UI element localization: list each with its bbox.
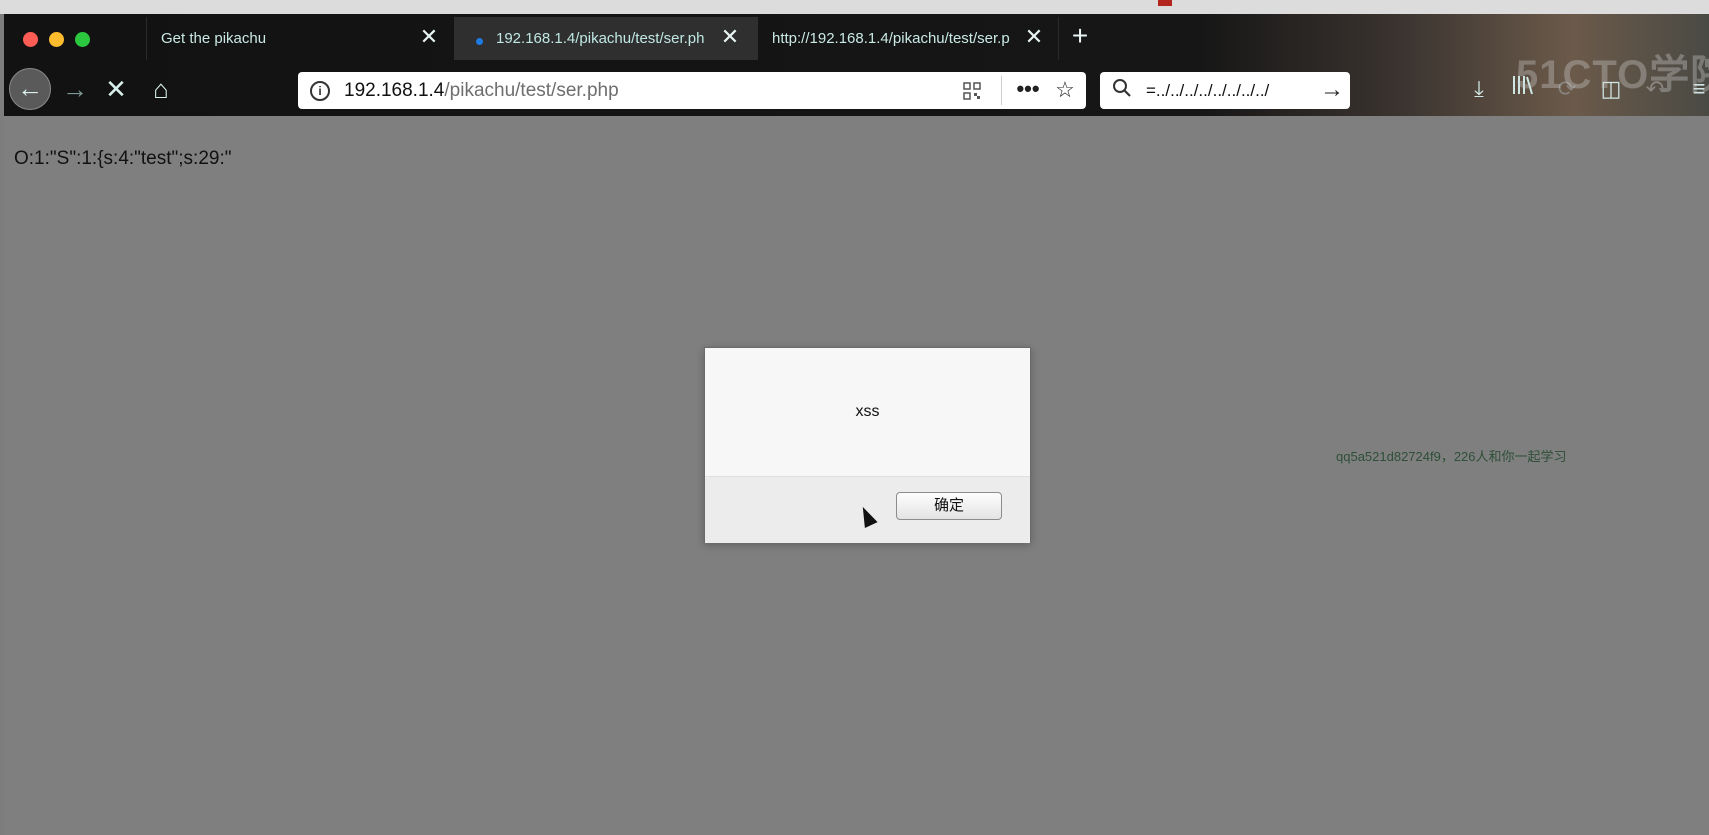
home-button[interactable]: ⌂ [142,70,180,108]
tab-close-icon[interactable]: ✕ [720,26,740,48]
tab-get-the-pikachu[interactable]: Get the pikachu ✕ [146,17,457,60]
tab-ser-php-http[interactable]: http://192.168.1.4/pikachu/test/ser.p ✕ [758,17,1059,60]
viewer-overlay-text: qq5a521d82724f9，226人和你一起学习 [1336,449,1567,464]
search-input[interactable]: =../../../../../../../../ [1146,81,1316,101]
tab-close-icon[interactable]: ✕ [419,26,439,48]
window-minimize-button[interactable] [49,32,64,47]
page-actions-more-icon[interactable]: ••• [1013,75,1043,105]
url-text[interactable]: 192.168.1.4/pikachu/test/ser.php [344,80,619,102]
window-close-button[interactable] [23,32,38,47]
tab-strip: Get the pikachu ✕ 192.168.1.4/pikachu/te… [4,14,1709,62]
alert-message: xss [855,403,880,420]
tab-close-icon[interactable]: ✕ [1024,26,1044,48]
macos-menu-bar [0,0,1709,14]
search-bar[interactable]: =../../../../../../../../ → [1100,72,1350,109]
navigation-toolbar: ← → ✕ ⌂ i 192.168.1.4/pikachu/test/ser.p… [4,62,1709,116]
window-zoom-button[interactable] [75,32,90,47]
loading-indicator-icon [476,38,483,45]
url-host: 192.168.1.4 [344,80,445,101]
ok-button[interactable]: 确定 [896,492,1002,520]
serialized-output-text: O:1:"S":1:{s:4:"test";s:29:" [14,148,232,169]
forward-button[interactable]: → [56,70,94,108]
back-button[interactable]: ← [9,68,51,110]
tab-label: http://192.168.1.4/pikachu/test/ser.p [772,30,1010,47]
tab-ser-php-active[interactable]: 192.168.1.4/pikachu/test/ser.ph ✕ [454,17,758,60]
new-tab-button[interactable]: + [1066,22,1094,50]
stop-loading-button[interactable]: ✕ [97,70,135,108]
search-icon [1110,78,1134,102]
menu-bar-status-icon [1158,0,1172,6]
qr-code-icon[interactable] [963,82,981,100]
bookmark-star-icon[interactable]: ☆ [1050,75,1080,105]
address-bar[interactable]: i 192.168.1.4/pikachu/test/ser.php ••• ☆ [298,72,1086,109]
url-path: /pikachu/test/ser.php [444,80,619,101]
tab-label: Get the pikachu [161,30,267,47]
downloads-icon[interactable]: ⤓ [1464,74,1494,104]
tab-label: 192.168.1.4/pikachu/test/ser.ph [496,30,705,47]
browser-chrome: Get the pikachu ✕ 192.168.1.4/pikachu/te… [4,14,1709,116]
video-watermark: 51CTO学院 [1516,53,1709,97]
site-info-icon[interactable]: i [310,81,330,101]
search-go-icon[interactable]: → [1318,76,1346,104]
urlbar-separator [1001,76,1002,105]
